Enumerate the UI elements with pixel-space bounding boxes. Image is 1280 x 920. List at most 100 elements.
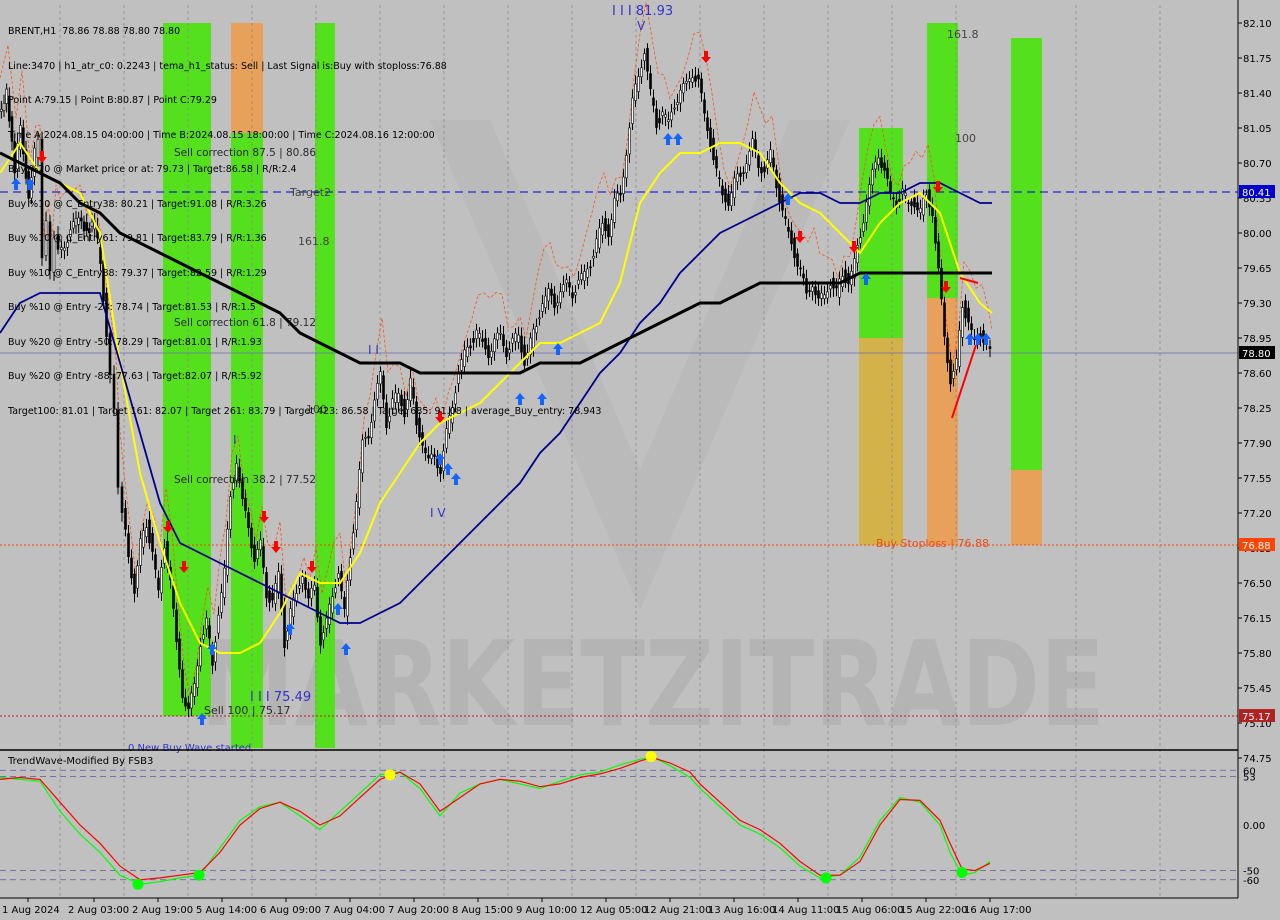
candle-body xyxy=(637,76,640,92)
y-tick-label: 80.00 xyxy=(1243,229,1272,240)
price-axis[interactable]: 82.1081.7581.4081.0580.7080.3580.0079.65… xyxy=(1237,0,1275,898)
candle-body xyxy=(613,197,616,223)
candle-body xyxy=(649,73,652,89)
candle-body xyxy=(718,177,721,179)
candle-body xyxy=(358,469,361,509)
x-tick-label: 12 Aug 05:00 xyxy=(580,905,647,916)
candle-body xyxy=(181,669,184,698)
y-tick-label: 79.30 xyxy=(1243,299,1272,310)
osc-level-label: 0.00 xyxy=(1243,821,1265,832)
candle-body xyxy=(958,329,961,367)
osc-signal-dot xyxy=(820,872,832,884)
candle-body xyxy=(817,290,820,299)
candle-body xyxy=(892,197,895,200)
candle-body xyxy=(961,307,964,338)
x-tick-label: 16 Aug 17:00 xyxy=(964,905,1031,916)
candle-body xyxy=(172,585,175,609)
candle-body xyxy=(676,102,679,106)
price-badge-label: 78.80 xyxy=(1242,349,1271,360)
candle-body xyxy=(793,237,796,259)
candle-body xyxy=(244,497,247,511)
price-badge-label: 80.41 xyxy=(1242,188,1271,199)
zone-orange xyxy=(927,298,958,545)
annotation-fib: 100 xyxy=(955,132,976,145)
candle-body xyxy=(739,172,742,177)
x-tick-label: 2 Aug 03:00 xyxy=(68,905,129,916)
candle-body xyxy=(763,166,766,173)
candle-body xyxy=(277,571,280,594)
candle-body xyxy=(877,157,880,166)
candle-body xyxy=(217,614,220,634)
watermark-text: MARKETZITRADE xyxy=(200,615,1105,753)
candle-body xyxy=(919,207,922,214)
osc-signal-dot xyxy=(384,769,396,781)
x-tick-label: 13 Aug 16:00 xyxy=(708,905,775,916)
candle-body xyxy=(898,198,901,202)
candle-body xyxy=(787,227,790,232)
candle-body xyxy=(673,107,676,110)
candle-body xyxy=(748,150,751,166)
info-line: Buy %10 @ C_Entry61: 79.81 | Target:83.7… xyxy=(8,233,267,244)
candle-body xyxy=(133,573,136,594)
candle-body xyxy=(343,596,346,610)
candle-body xyxy=(658,117,661,124)
y-tick-label: 81.40 xyxy=(1243,89,1272,100)
osc-signal-dot xyxy=(132,878,144,890)
candle-body xyxy=(622,176,625,194)
x-tick-label: 15 Aug 22:00 xyxy=(900,905,967,916)
info-line: Time A:2024.08.15 04:00:00 | Time B:2024… xyxy=(8,129,435,141)
candle-body xyxy=(229,496,232,530)
candle-body xyxy=(799,267,802,270)
annotation-wave-label: I V xyxy=(430,506,446,520)
candle-body xyxy=(151,533,154,552)
candle-body xyxy=(688,78,691,82)
y-tick-label: 81.05 xyxy=(1243,124,1272,135)
osc-signal-dot xyxy=(193,869,205,881)
y-tick-label: 78.95 xyxy=(1243,334,1272,345)
candle-body xyxy=(712,137,715,161)
y-tick-label: 77.90 xyxy=(1243,439,1272,450)
candle-body xyxy=(706,117,709,131)
y-tick-label: 77.20 xyxy=(1243,509,1272,520)
candle-body xyxy=(610,219,613,237)
y-tick-label: 79.65 xyxy=(1243,264,1272,275)
y-tick-label: 78.25 xyxy=(1243,404,1272,415)
candle-body xyxy=(127,533,130,558)
x-tick-label: 14 Aug 11:00 xyxy=(772,905,839,916)
candle-body xyxy=(679,89,682,104)
candle-body xyxy=(886,167,889,179)
candle-body xyxy=(337,573,340,579)
candle-body xyxy=(664,114,667,118)
x-tick-label: 5 Aug 14:00 xyxy=(196,905,257,916)
zone-green xyxy=(927,23,958,298)
price-badge-label: 76.88 xyxy=(1242,541,1271,552)
candle-body xyxy=(835,285,838,289)
candle-body xyxy=(724,188,727,203)
candle-body xyxy=(907,202,910,205)
candle-body xyxy=(715,156,718,169)
candle-body xyxy=(310,587,313,599)
candle-body xyxy=(259,539,262,550)
osc-level-label: -60 xyxy=(1243,876,1259,887)
candle-body xyxy=(802,273,805,279)
candle-body xyxy=(120,486,124,513)
candle-body xyxy=(967,307,970,323)
y-tick-label: 80.70 xyxy=(1243,159,1272,170)
candle-body xyxy=(904,192,907,197)
candle-body xyxy=(307,588,310,599)
candle-body xyxy=(223,567,226,598)
candle-body xyxy=(811,286,814,292)
candle-body xyxy=(298,585,301,589)
candle-body xyxy=(667,119,670,123)
info-line: Buy %20 @ Market price or at: 79.73 | Ta… xyxy=(8,164,297,175)
candle-body xyxy=(262,546,265,568)
candle-body xyxy=(952,371,955,379)
candle-body xyxy=(352,532,355,550)
candle-body xyxy=(424,447,427,454)
candle-body xyxy=(955,358,958,370)
x-tick-label: 8 Aug 15:00 xyxy=(452,905,513,916)
candle-body xyxy=(226,528,229,576)
annotation-new-buy-wave: 0 New Buy Wave started xyxy=(128,743,251,754)
osc-signal-dot xyxy=(956,866,968,878)
candle-body xyxy=(628,127,631,155)
